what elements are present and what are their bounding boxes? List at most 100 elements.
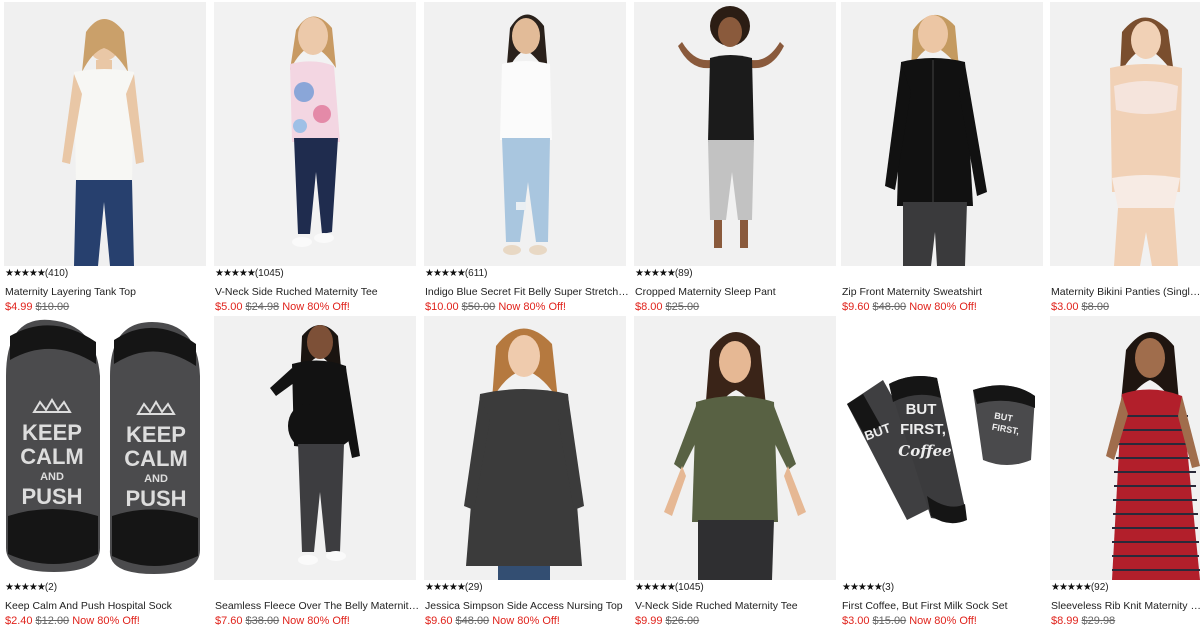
discount-label: Now 80% Off! bbox=[282, 301, 350, 313]
price: $9.60 $48.00 Now 80% Off! bbox=[842, 300, 977, 314]
price: $8.00 $25.00 bbox=[635, 300, 702, 314]
sale-price: $9.99 bbox=[635, 615, 663, 627]
sale-price: $4.99 bbox=[5, 301, 33, 313]
original-price: $8.00 bbox=[1081, 301, 1110, 313]
price: $9.60 $48.00 Now 80% Off! bbox=[425, 614, 560, 628]
review-count: (1045) bbox=[674, 582, 704, 593]
product-image[interactable]: BUT BUT FIRST, Coffee BUT FIRST, bbox=[841, 316, 1043, 580]
price: $3.00 $8.00 bbox=[1051, 300, 1112, 314]
product-image[interactable] bbox=[841, 2, 1043, 266]
product-image[interactable] bbox=[1050, 2, 1200, 266]
review-count: (29) bbox=[464, 582, 483, 593]
original-price: $48.00 bbox=[872, 301, 907, 313]
discount-label: Now 80% Off! bbox=[909, 615, 977, 627]
stars-icon: ★★★★★ bbox=[215, 268, 256, 279]
product-title[interactable]: Jessica Simpson Side Access Nursing Top bbox=[425, 599, 631, 613]
product-title[interactable]: Keep Calm And Push Hospital Sock bbox=[5, 599, 211, 613]
sale-price: $9.60 bbox=[425, 615, 453, 627]
rating: ★★★★★(29) bbox=[425, 582, 483, 594]
product-card[interactable]: ★★★★★(410) Maternity Layering Tank Top $… bbox=[4, 2, 206, 316]
product-card[interactable]: KEEP CALM AND PUSH KEEP CALM AND PUSH ★★… bbox=[4, 316, 206, 630]
product-title[interactable]: First Coffee, But First Milk Sock Set bbox=[842, 599, 1048, 613]
product-card[interactable]: ★★★★★(29) Jessica Simpson Side Access Nu… bbox=[424, 316, 626, 630]
review-count: (611) bbox=[464, 268, 488, 279]
product-title[interactable]: Maternity Bikini Panties (Single) - P bbox=[1051, 285, 1200, 299]
product-title[interactable]: V-Neck Side Ruched Maternity Tee bbox=[635, 599, 841, 613]
rating: ★★★★★(2) bbox=[5, 582, 57, 594]
review-count: (92) bbox=[1090, 582, 1109, 593]
product-image[interactable] bbox=[634, 2, 836, 266]
product-card[interactable]: ★★★★★(89) Cropped Maternity Sleep Pant $… bbox=[634, 2, 836, 316]
stars-icon: ★★★★★ bbox=[425, 268, 466, 279]
rating: ★★★★★(3) bbox=[842, 582, 894, 594]
discount-label: Now 80% Off! bbox=[282, 615, 350, 627]
review-count: (89) bbox=[674, 268, 693, 279]
product-image[interactable] bbox=[424, 316, 626, 580]
sock-text-push: PUSH bbox=[21, 484, 82, 509]
review-count: (1045) bbox=[254, 268, 284, 279]
price: $8.99 $29.98 bbox=[1051, 614, 1118, 628]
sock-text-push: PUSH bbox=[125, 486, 186, 511]
product-title[interactable]: Seamless Fleece Over The Belly Maternity… bbox=[215, 599, 421, 613]
rating: ★★★★★(1045) bbox=[215, 268, 284, 280]
sock-text-keep: KEEP bbox=[22, 420, 82, 445]
review-count: (3) bbox=[881, 582, 895, 593]
original-price: $12.00 bbox=[35, 615, 70, 627]
price: $9.99 $26.00 bbox=[635, 614, 702, 628]
discount-label: Now 80% Off! bbox=[498, 301, 566, 313]
rating: ★★★★★(410) bbox=[5, 268, 68, 280]
price: $3.00 $15.00 Now 80% Off! bbox=[842, 614, 977, 628]
sock-text-calm: CALM bbox=[124, 446, 188, 471]
original-price: $50.00 bbox=[461, 301, 496, 313]
sale-price: $3.00 bbox=[1051, 301, 1079, 313]
product-title[interactable]: Sleeveless Rib Knit Maternity Dress bbox=[1051, 599, 1200, 613]
product-image[interactable] bbox=[214, 316, 416, 580]
product-grid: ★★★★★(410) Maternity Layering Tank Top $… bbox=[0, 0, 1200, 630]
sale-price: $7.60 bbox=[215, 615, 243, 627]
product-image[interactable] bbox=[634, 316, 836, 580]
product-card[interactable]: Zip Front Maternity Sweatshirt $9.60 $48.… bbox=[841, 2, 1043, 316]
original-price: $15.00 bbox=[872, 615, 907, 627]
stars-icon: ★★★★★ bbox=[635, 582, 676, 593]
stars-icon: ★★★★★ bbox=[5, 268, 46, 279]
product-title[interactable]: Maternity Layering Tank Top bbox=[5, 285, 211, 299]
product-title[interactable]: V-Neck Side Ruched Maternity Tee bbox=[215, 285, 421, 299]
product-title[interactable]: Indigo Blue Secret Fit Belly Super Stret… bbox=[425, 285, 631, 299]
sale-price: $9.60 bbox=[842, 301, 870, 313]
product-image[interactable] bbox=[424, 2, 626, 266]
sale-price: $10.00 bbox=[425, 301, 459, 313]
product-image[interactable] bbox=[4, 2, 206, 266]
price: $2.40 $12.00 Now 80% Off! bbox=[5, 614, 140, 628]
stars-icon: ★★★★ bbox=[425, 582, 458, 593]
stars-icon: ★★★★★ bbox=[1051, 582, 1092, 593]
stars-icon: ★★★★★ bbox=[842, 582, 883, 593]
product-card[interactable]: ★★★★★(92) Sleeveless Rib Knit Maternity … bbox=[1050, 316, 1200, 630]
product-card[interactable]: Seamless Fleece Over The Belly Maternity… bbox=[214, 316, 421, 630]
product-image[interactable] bbox=[214, 2, 416, 266]
sock-text-but: BUT bbox=[906, 401, 937, 418]
product-card[interactable]: BUT BUT FIRST, Coffee BUT FIRST, ★★★★★(3… bbox=[841, 316, 1043, 630]
rating: ★★★★★(89) bbox=[635, 268, 693, 280]
sale-price: $2.40 bbox=[5, 615, 33, 627]
product-card[interactable]: ★★★★★(611) Indigo Blue Secret Fit Belly … bbox=[424, 2, 631, 316]
review-count: (2) bbox=[44, 582, 58, 593]
price: $7.60 $38.00 Now 80% Off! bbox=[215, 614, 350, 628]
original-price: $29.98 bbox=[1081, 615, 1116, 627]
product-image[interactable] bbox=[1050, 316, 1200, 580]
price: $5.00 $24.98 Now 80% Off! bbox=[215, 300, 350, 314]
sale-price: $5.00 bbox=[215, 301, 243, 313]
product-image[interactable]: KEEP CALM AND PUSH KEEP CALM AND PUSH bbox=[4, 316, 206, 580]
sock-text-keep: KEEP bbox=[126, 422, 186, 447]
product-title[interactable]: Cropped Maternity Sleep Pant bbox=[635, 285, 841, 299]
sock-text-coffee: Coffee bbox=[898, 442, 951, 460]
stars-icon: ★★★★★ bbox=[5, 582, 46, 593]
empty-star-icon: ★ bbox=[456, 582, 466, 593]
rating: ★★★★★(92) bbox=[1051, 582, 1109, 594]
product-card[interactable]: Maternity Bikini Panties (Single) - P $3… bbox=[1050, 2, 1200, 316]
original-price: $25.00 bbox=[665, 301, 700, 313]
sock-text-and: AND bbox=[40, 471, 64, 483]
product-title[interactable]: Zip Front Maternity Sweatshirt bbox=[842, 285, 1048, 299]
product-card[interactable]: ★★★★★(1045) V-Neck Side Ruched Maternity… bbox=[214, 2, 416, 316]
sock-text-first: FIRST, bbox=[900, 421, 946, 438]
product-card[interactable]: ★★★★★(1045) V-Neck Side Ruched Maternity… bbox=[634, 316, 836, 630]
